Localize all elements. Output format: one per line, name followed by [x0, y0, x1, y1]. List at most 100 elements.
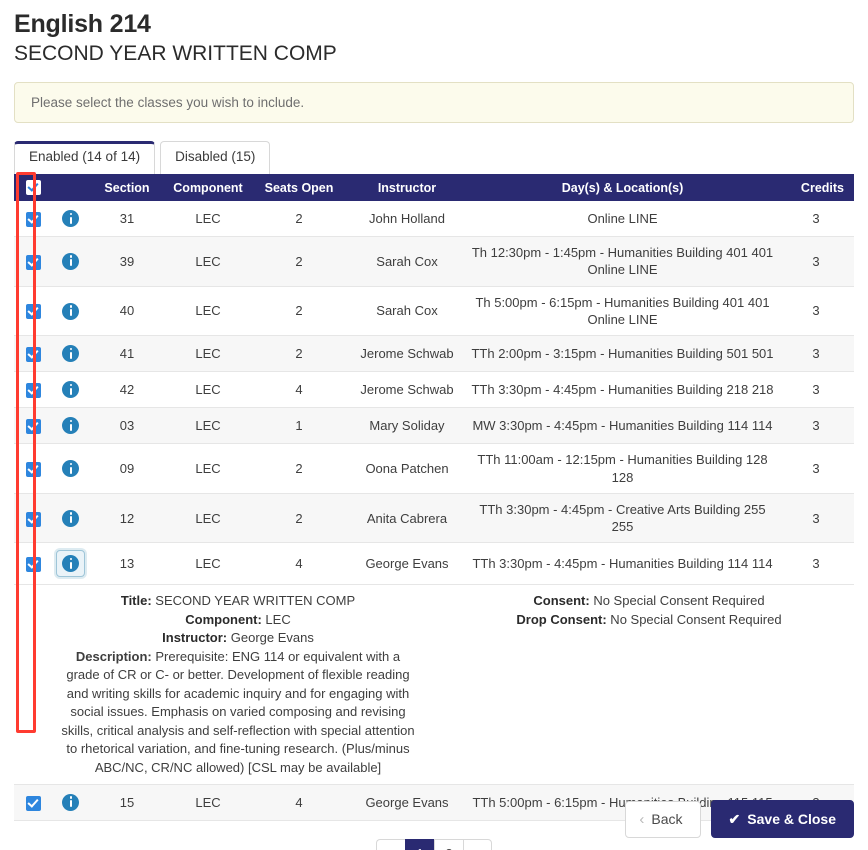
row-checkbox[interactable]	[25, 383, 41, 399]
column-header-credits[interactable]: Credits	[778, 174, 854, 202]
info-icon-button[interactable]	[60, 251, 81, 272]
cell-credits: 3	[778, 286, 854, 337]
cell-instructor: Anita Cabrera	[347, 493, 467, 544]
row-checkbox[interactable]	[25, 419, 41, 435]
row-select-cell	[14, 286, 52, 337]
row-checkbox[interactable]	[25, 254, 41, 270]
column-header-section[interactable]: Section	[89, 174, 165, 202]
row-info-cell	[52, 286, 89, 337]
cell-credits: 3	[778, 443, 854, 494]
save-and-close-button[interactable]: ✔ Save & Close	[710, 800, 854, 838]
row-select-cell	[14, 542, 52, 586]
info-icon-button[interactable]	[60, 792, 81, 813]
cell-seats-open: 2	[251, 335, 347, 373]
cell-component: LEC	[165, 201, 251, 238]
table-row[interactable]: 09 LEC 2 Oona Patchen TTh 11:00am - 12:15pm …	[14, 443, 854, 494]
cell-days-locations: MW 3:30pm - 4:45pm - Humanities Building…	[467, 407, 778, 445]
pagination-next[interactable]: »	[463, 838, 492, 850]
info-icon-button[interactable]	[60, 301, 81, 322]
info-column-header	[52, 174, 89, 202]
table-header: Section Component Seats Open Instructor …	[14, 174, 854, 202]
table-row[interactable]: 40 LEC 2 Sarah Cox Th 5:00pm - 6:15pm - Huma…	[14, 286, 854, 337]
table-row[interactable]: 31 LEC 2 John Holland Online LINE 3	[14, 201, 854, 238]
info-icon-button[interactable]	[60, 379, 81, 400]
row-info-cell	[52, 493, 89, 544]
info-icon	[62, 381, 79, 399]
info-icon	[62, 210, 79, 228]
cell-credits: 3	[778, 236, 854, 287]
info-icon-button[interactable]	[60, 458, 81, 479]
detail-grid: Title: SECOND YEAR WRITTEN COMP Component…	[18, 592, 850, 777]
row-checkbox[interactable]	[25, 795, 41, 811]
cell-component: LEC	[165, 236, 251, 287]
row-checkbox[interactable]	[25, 212, 41, 228]
back-button-label: Back	[651, 811, 683, 827]
detail-panel: Title: SECOND YEAR WRITTEN COMP Component…	[14, 584, 854, 785]
cell-section: 03	[89, 407, 165, 445]
cell-credits: 3	[778, 335, 854, 373]
info-icon	[62, 509, 79, 527]
cell-days-locations: Th 12:30pm - 1:45pm - Humanities Buildin…	[467, 236, 778, 287]
cell-component: LEC	[165, 493, 251, 544]
table-body: 31 LEC 2 John Holland Online LINE 3 39 LEC 2 Sara…	[14, 201, 854, 821]
column-header-instructor[interactable]: Instructor	[347, 174, 467, 202]
tab-bar: Enabled (14 of 14) Disabled (15)	[14, 141, 854, 174]
row-info-cell	[52, 542, 89, 586]
row-select-cell	[14, 443, 52, 494]
info-icon-button[interactable]	[56, 550, 85, 578]
cell-component: LEC	[165, 286, 251, 337]
row-info-cell	[52, 335, 89, 373]
cell-seats-open: 2	[251, 201, 347, 238]
row-checkbox[interactable]	[25, 557, 41, 573]
row-checkbox[interactable]	[25, 347, 41, 363]
column-header-seats-open[interactable]: Seats Open	[251, 174, 347, 202]
info-icon-button[interactable]	[60, 508, 81, 529]
cell-component: LEC	[165, 542, 251, 586]
column-header-days-locations[interactable]: Day(s) & Location(s)	[467, 174, 778, 202]
cell-instructor: Sarah Cox	[347, 286, 467, 337]
cell-component: LEC	[165, 335, 251, 373]
row-info-cell	[52, 784, 89, 821]
cell-seats-open: 4	[251, 784, 347, 821]
cell-section: 39	[89, 236, 165, 287]
info-icon-button[interactable]	[60, 343, 81, 364]
row-select-cell	[14, 407, 52, 445]
pagination-page-2[interactable]: 2	[434, 838, 463, 850]
select-all-checkbox[interactable]	[25, 180, 41, 196]
page-title: English 214	[14, 10, 151, 38]
cell-instructor: Jerome Schwab	[347, 371, 467, 409]
pagination-prev[interactable]: «	[376, 838, 405, 850]
column-header-component[interactable]: Component	[165, 174, 251, 202]
instruction-alert: Please select the classes you wish to in…	[14, 82, 854, 123]
detail-right-column: Consent: No Special Consent Required Drop…	[418, 592, 850, 777]
table-row[interactable]: 13 LEC 4 George Evans TTh 3:30pm - 4:45pm - …	[14, 542, 854, 586]
back-button[interactable]: ‹ Back	[625, 800, 701, 838]
row-checkbox[interactable]	[25, 511, 41, 527]
tab-enabled[interactable]: Enabled (14 of 14)	[14, 141, 156, 174]
info-icon-button[interactable]	[60, 415, 81, 436]
info-icon	[62, 252, 79, 270]
cell-seats-open: 2	[251, 493, 347, 544]
table-row[interactable]: 41 LEC 2 Jerome Schwab TTh 2:00pm - 3:15pm -…	[14, 335, 854, 373]
tab-disabled[interactable]: Disabled (15)	[160, 141, 271, 174]
row-info-cell	[52, 407, 89, 445]
cell-days-locations: TTh 2:00pm - 3:15pm - Humanities Buildin…	[467, 335, 778, 373]
cell-instructor: George Evans	[347, 542, 467, 586]
info-icon-button[interactable]	[60, 208, 81, 229]
row-checkbox[interactable]	[25, 304, 41, 320]
cell-credits: 3	[778, 493, 854, 544]
row-checkbox[interactable]	[25, 462, 41, 478]
info-icon	[62, 555, 79, 573]
table-row[interactable]: 42 LEC 4 Jerome Schwab TTh 3:30pm - 4:45pm -…	[14, 371, 854, 409]
cell-instructor: Mary Soliday	[347, 407, 467, 445]
table-row[interactable]: 12 LEC 2 Anita Cabrera TTh 3:30pm - 4:45pm -…	[14, 493, 854, 544]
cell-section: 15	[89, 784, 165, 821]
table-row[interactable]: 03 LEC 1 Mary Soliday MW 3:30pm - 4:45pm - H…	[14, 407, 854, 445]
course-selection-page: English 214 SECOND YEAR WRITTEN COMP Ple…	[0, 0, 868, 850]
cell-seats-open: 4	[251, 542, 347, 586]
table-header-row: Section Component Seats Open Instructor …	[14, 174, 854, 202]
row-info-cell	[52, 236, 89, 287]
row-info-cell	[52, 371, 89, 409]
table-row[interactable]: 39 LEC 2 Sarah Cox Th 12:30pm - 1:45pm - Hum…	[14, 236, 854, 287]
pagination-page-1[interactable]: 1	[405, 838, 434, 850]
